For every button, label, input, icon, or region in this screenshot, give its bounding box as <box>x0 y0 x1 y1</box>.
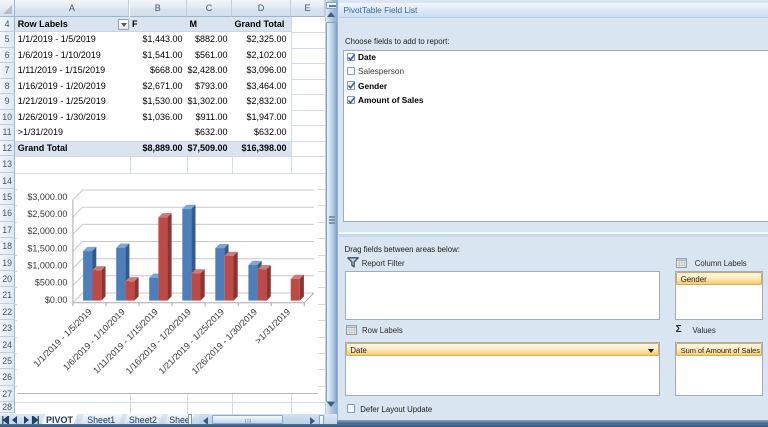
svg-text:$3,000.00: $3,000.00 <box>27 191 67 201</box>
svg-text:$1,500.00: $1,500.00 <box>27 243 67 253</box>
svg-text:1/11/2019 - 1/15/2019: 1/11/2019 - 1/15/2019 <box>91 306 160 375</box>
svg-text:$2,000.00: $2,000.00 <box>27 226 67 236</box>
svg-text:$1,000.00: $1,000.00 <box>27 260 67 270</box>
svg-text:1/1/2019 - 1/5/2019: 1/1/2019 - 1/5/2019 <box>31 306 93 368</box>
svg-text:$2,500.00: $2,500.00 <box>27 209 67 219</box>
svg-text:1/26/2019 - 1/30/2019: 1/26/2019 - 1/30/2019 <box>189 306 258 375</box>
svg-text:$500.00: $500.00 <box>34 277 67 287</box>
svg-text:$0.00: $0.00 <box>44 294 67 304</box>
svg-text:1/16/2019 - 1/20/2019: 1/16/2019 - 1/20/2019 <box>123 306 192 375</box>
svg-text:>1/31/2019: >1/31/2019 <box>253 306 292 345</box>
svg-text:1/6/2019 - 1/10/2019: 1/6/2019 - 1/10/2019 <box>61 306 127 372</box>
svg-text:1/21/2019 - 1/25/2019: 1/21/2019 - 1/25/2019 <box>156 306 225 375</box>
